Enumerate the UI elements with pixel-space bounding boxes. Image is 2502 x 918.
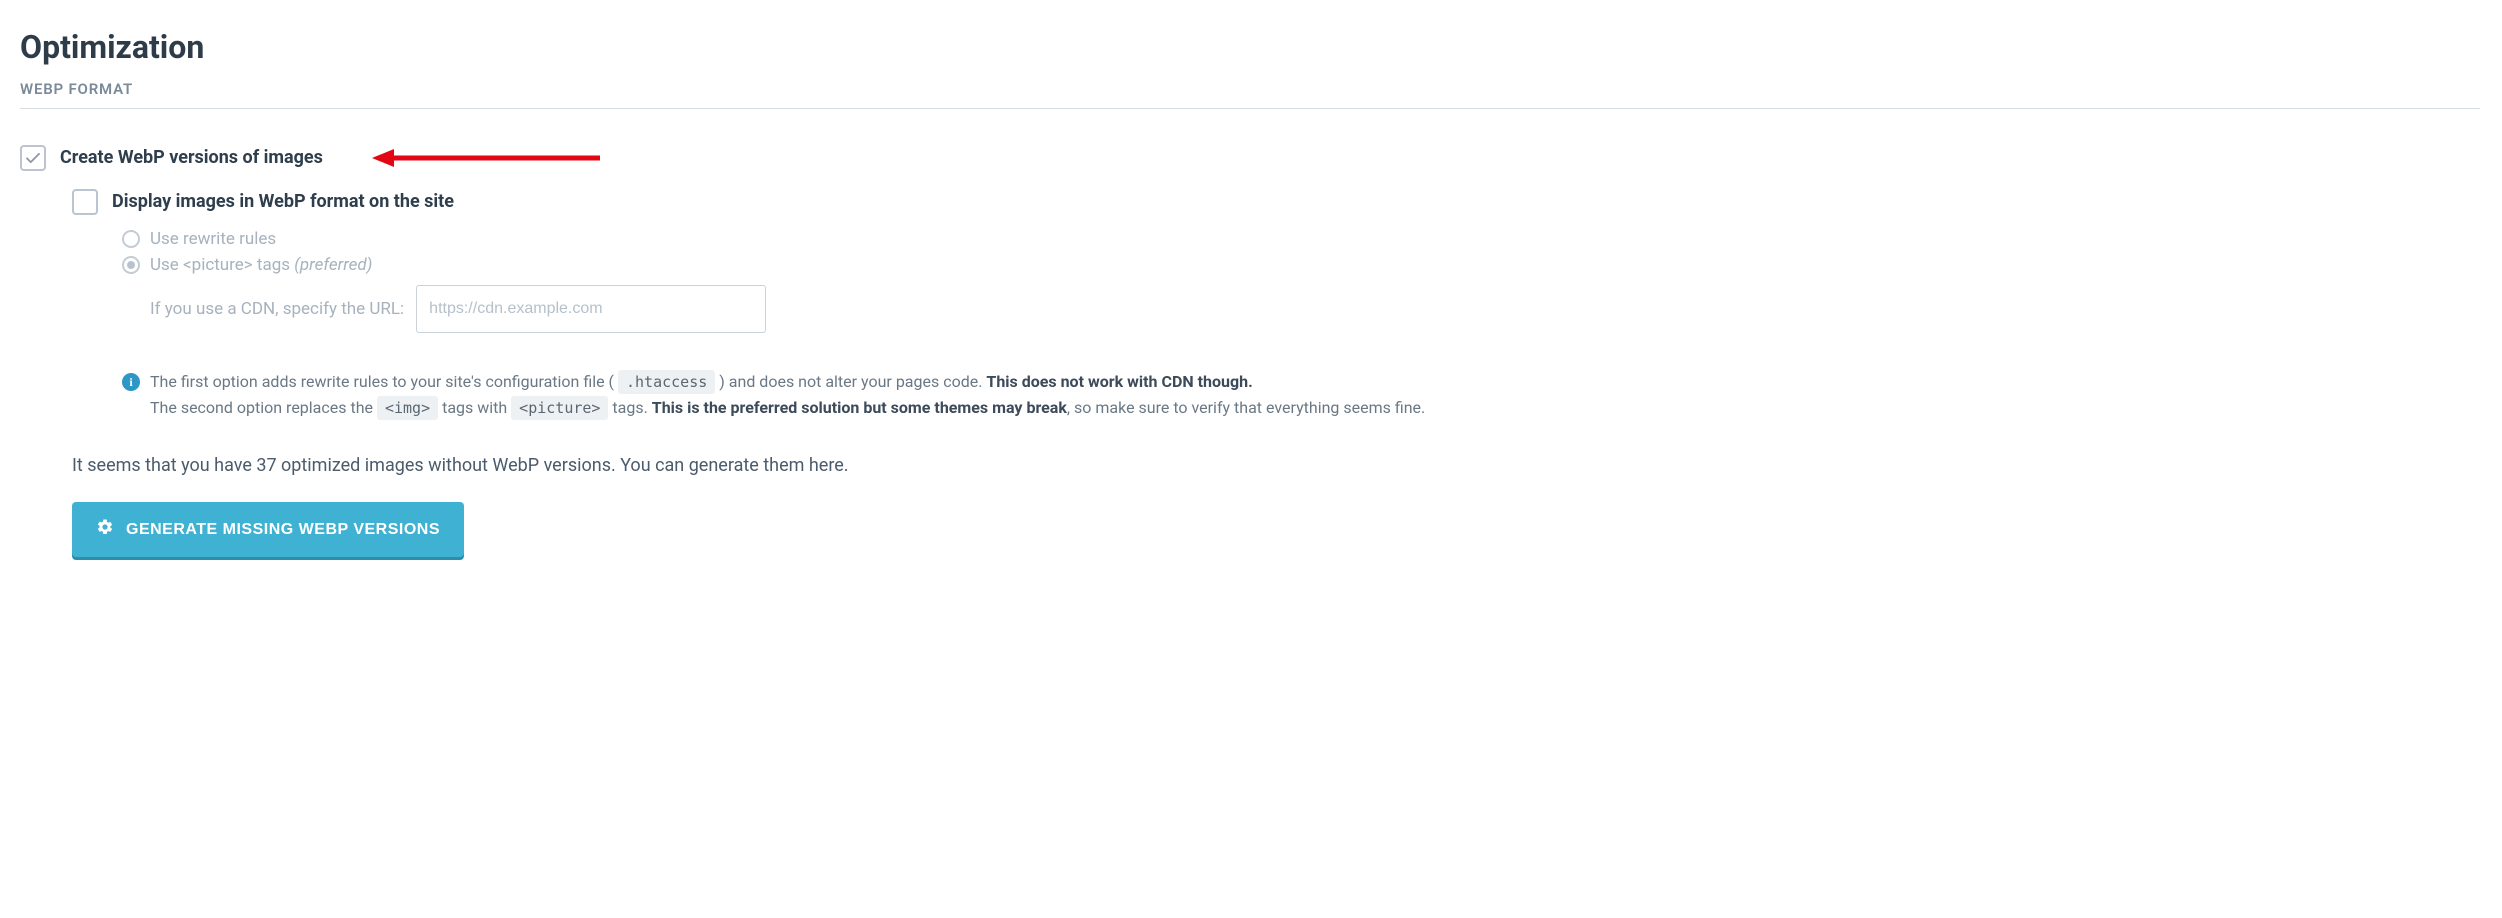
create-webp-checkbox[interactable] — [20, 145, 46, 171]
generate-missing-webp-button[interactable]: GENERATE MISSING WEBP VERSIONS — [72, 502, 464, 557]
section-subtitle: WEBP FORMAT — [20, 80, 2480, 109]
display-webp-label: Display images in WebP format on the sit… — [112, 189, 454, 215]
annotation-arrow — [372, 147, 602, 169]
gear-icon — [96, 518, 114, 541]
create-webp-label: Create WebP versions of images — [60, 145, 323, 171]
info-icon: i — [122, 373, 140, 391]
generate-button-label: GENERATE MISSING WEBP VERSIONS — [126, 521, 440, 539]
cdn-url-input[interactable] — [416, 285, 766, 333]
picture-tags-radio[interactable] — [122, 256, 140, 274]
webp-status-text: It seems that you have 37 optimized imag… — [72, 455, 2480, 476]
info-text: The first option adds rewrite rules to y… — [150, 369, 1425, 421]
rewrite-rules-label: Use rewrite rules — [150, 229, 276, 249]
picture-tags-label: Use <picture> tags (preferred) — [150, 255, 372, 275]
rewrite-rules-radio[interactable] — [122, 230, 140, 248]
display-webp-checkbox[interactable] — [72, 189, 98, 215]
cdn-url-label: If you use a CDN, specify the URL: — [150, 299, 404, 319]
page-title: Optimization — [20, 28, 2480, 66]
